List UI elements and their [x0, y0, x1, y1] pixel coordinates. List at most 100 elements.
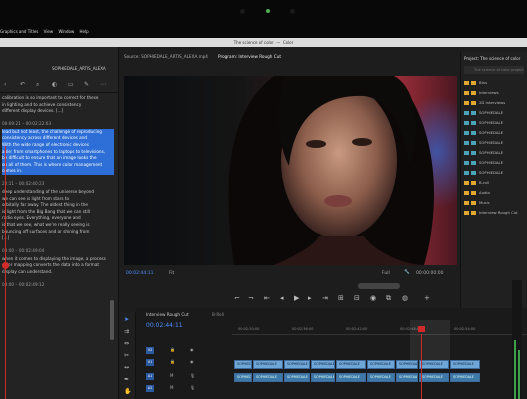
transcript-line[interactable]: bouncing off surfaces and or shining fro… [2, 229, 114, 236]
video-clip[interactable]: SOPHIEDALE [253, 360, 283, 369]
project-clip[interactable]: SOPHIEDALE [464, 160, 527, 168]
transcript-line[interactable]: is light from the Big Bang that we can s… [2, 209, 114, 216]
transcript-line[interactable]: consistency across different devices and [2, 135, 114, 142]
caption-icon[interactable]: ▭ [68, 81, 74, 88]
transcript-playhead-marker[interactable] [2, 262, 9, 269]
transcript-line[interactable]: in lighting and to achieve consistency [2, 102, 114, 109]
audio-clip[interactable]: SOPHIEDALE [396, 373, 418, 382]
ripple-edit-icon[interactable]: ⇔ [124, 340, 129, 347]
transcript-line[interactable]: With the wide range of electronic device… [2, 142, 114, 149]
video-clip[interactable]: SOPHIEDALE [234, 360, 252, 369]
audio-clip[interactable]: SOPHIEDALE [336, 373, 366, 382]
timeline-timecode[interactable]: 00:02:44:11 [146, 322, 183, 329]
settings-icon[interactable]: 🔧 [404, 270, 410, 275]
track-target-v1[interactable]: V1 [146, 359, 154, 366]
tab-source[interactable]: Source: SOPHIEDALE_ARTIS_ALEXA.mp4 [124, 54, 208, 59]
back-icon[interactable]: ‹ [4, 81, 6, 88]
overwrite-icon[interactable]: ⊟ [354, 294, 360, 302]
audio-clip[interactable]: SOPHIEDALE [311, 373, 335, 382]
go-to-out-icon[interactable]: ⇥ [322, 294, 328, 302]
transcript-line[interactable]: calibration is so important to correct f… [2, 95, 114, 102]
audio-clip[interactable]: SOPHIEDALE [253, 373, 283, 382]
tab-b-roll[interactable]: B-Roll [212, 312, 224, 317]
lock-icon[interactable]: 🔒 [170, 359, 175, 364]
video-clip[interactable]: SOPHIEDALE [450, 360, 480, 369]
project-bin[interactable]: Interview Rough Cut [464, 210, 527, 218]
audio-clip[interactable]: SOPHIEDALE [419, 373, 449, 382]
track-select-icon[interactable]: ⇉ [124, 328, 129, 335]
razor-tool-icon[interactable]: ✂ [124, 352, 129, 359]
lock-icon[interactable]: 🔒 [170, 347, 175, 352]
vr-icon[interactable]: ◍ [402, 294, 408, 302]
video-clip[interactable]: SOPHIEDALE [284, 360, 310, 369]
project-clip[interactable]: SOPHIEDALE [464, 170, 527, 178]
more-options-icon[interactable]: ⋯ [100, 81, 106, 88]
mute-icon[interactable]: M [170, 373, 173, 378]
tab-program[interactable]: Program: Interview Rough Cut [218, 54, 281, 59]
project-search[interactable]: The science of color project [464, 66, 524, 74]
eye-icon[interactable]: ◉ [190, 359, 194, 364]
transcript-line[interactable]: be difficult to ensure that an image loo… [2, 155, 114, 162]
transcript-line[interactable]: we can see is light from stars to [2, 196, 114, 203]
transcript-line[interactable]: display can understand. [2, 269, 114, 276]
transcript-line[interactable]: orbitally far away. The oldest thing in … [2, 202, 114, 209]
transcript-scrollbar[interactable] [110, 300, 114, 340]
transcript-timestamp[interactable]: 22:11 – 00:02:40:23 [2, 181, 44, 186]
go-to-in-icon[interactable]: ⇤ [264, 294, 270, 302]
transcript-line[interactable]: able: from smartphones to laptops to tel… [2, 148, 114, 156]
track-target-a2[interactable]: A2 [146, 385, 154, 392]
mic-icon[interactable]: 🎙 [190, 373, 195, 378]
edit-icon[interactable]: ✎ [84, 81, 89, 88]
selection-tool-icon[interactable]: ➤ [124, 316, 129, 323]
audio-clip[interactable]: SOPHIEDALE [234, 373, 252, 382]
transcript-line[interactable]: different display devices. [...] [2, 108, 114, 115]
zoom-scrollbar[interactable] [358, 283, 400, 289]
mic-icon[interactable]: 🎙 [190, 385, 195, 390]
menu-window[interactable]: Window [58, 29, 74, 34]
add-button-icon[interactable]: + [424, 294, 430, 302]
fit-dropdown[interactable]: Fit [169, 271, 174, 276]
project-bin[interactable]: 2D Interviews [464, 100, 527, 108]
program-monitor-video[interactable] [124, 76, 457, 265]
audio-clip[interactable]: SOPHIEDALE [367, 373, 395, 382]
audio-clip[interactable]: SOPHIEDALE [450, 373, 480, 382]
export-frame-icon[interactable]: ◉ [370, 294, 376, 302]
transcript-line[interactable]: deep understanding of the universe beyon… [2, 189, 114, 196]
step-forward-icon[interactable]: ▸ [308, 294, 312, 302]
quality-dropdown[interactable]: Full [382, 271, 390, 276]
transcript-line[interactable]: on all of them. This is where color mana… [2, 161, 114, 169]
project-clip[interactable]: SOPHIEDALE [464, 120, 527, 128]
project-bin[interactable]: B-roll [464, 180, 527, 188]
search-icon[interactable]: ⌕ [36, 81, 39, 89]
transcript-timestamp[interactable]: 00:00 – 00:02:49:04 [2, 248, 44, 253]
transcript-timestamp[interactable]: 00:00 – 00:02:49:12 [2, 282, 44, 287]
video-clip[interactable]: SOPHIEDALE [396, 360, 418, 369]
pen-tool-icon[interactable]: ✒ [124, 376, 129, 383]
playhead-handle[interactable] [418, 326, 425, 332]
mark-out-icon[interactable]: ¬ [248, 294, 254, 302]
audio-clip[interactable]: SOPHIEDALE [284, 373, 310, 382]
project-bin[interactable]: Music [464, 200, 527, 208]
undo-icon[interactable]: ↶ [20, 81, 25, 88]
insert-icon[interactable]: ⊞ [338, 294, 344, 302]
tab-interview-rough-cut[interactable]: Interview Rough Cut [146, 312, 189, 317]
transcript-timestamp[interactable]: 00:09:21 – 00:02:22:03 [2, 121, 51, 126]
menu-graphics[interactable]: Graphics and Titles [0, 29, 38, 34]
project-clip[interactable]: SOPHIEDALE [464, 150, 527, 158]
video-clip[interactable]: SOPHIEDALE [311, 360, 335, 369]
track-target-v2[interactable]: V2 [146, 347, 154, 354]
video-clip[interactable]: SOPHIEDALE [419, 360, 449, 369]
speaker-icon[interactable]: ◐ [52, 81, 57, 88]
hand-tool-icon[interactable]: ✋ [124, 388, 131, 395]
transcript-line[interactable]: color mapping converts the data into a f… [2, 262, 114, 269]
video-clip[interactable]: SOPHIEDALE [367, 360, 395, 369]
track-target-a1[interactable]: A1 [146, 373, 154, 380]
program-timecode[interactable]: 00:02:44:11 [126, 271, 153, 276]
comparison-icon[interactable]: ⧉ [386, 294, 391, 303]
transcript-line[interactable]: lead but not least, the challenge of rep… [2, 128, 114, 136]
project-bin[interactable]: Audio [464, 190, 527, 198]
project-clip[interactable]: SOPHIEDALE [464, 140, 527, 148]
timeline-ruler[interactable]: 00:02:30:00 00:02:36:00 00:02:42:00 00:0… [232, 326, 527, 335]
transcript-line[interactable]: when it comes to displaying the image, a… [2, 256, 114, 263]
project-clip[interactable]: SOPHIEDALE [464, 110, 527, 118]
